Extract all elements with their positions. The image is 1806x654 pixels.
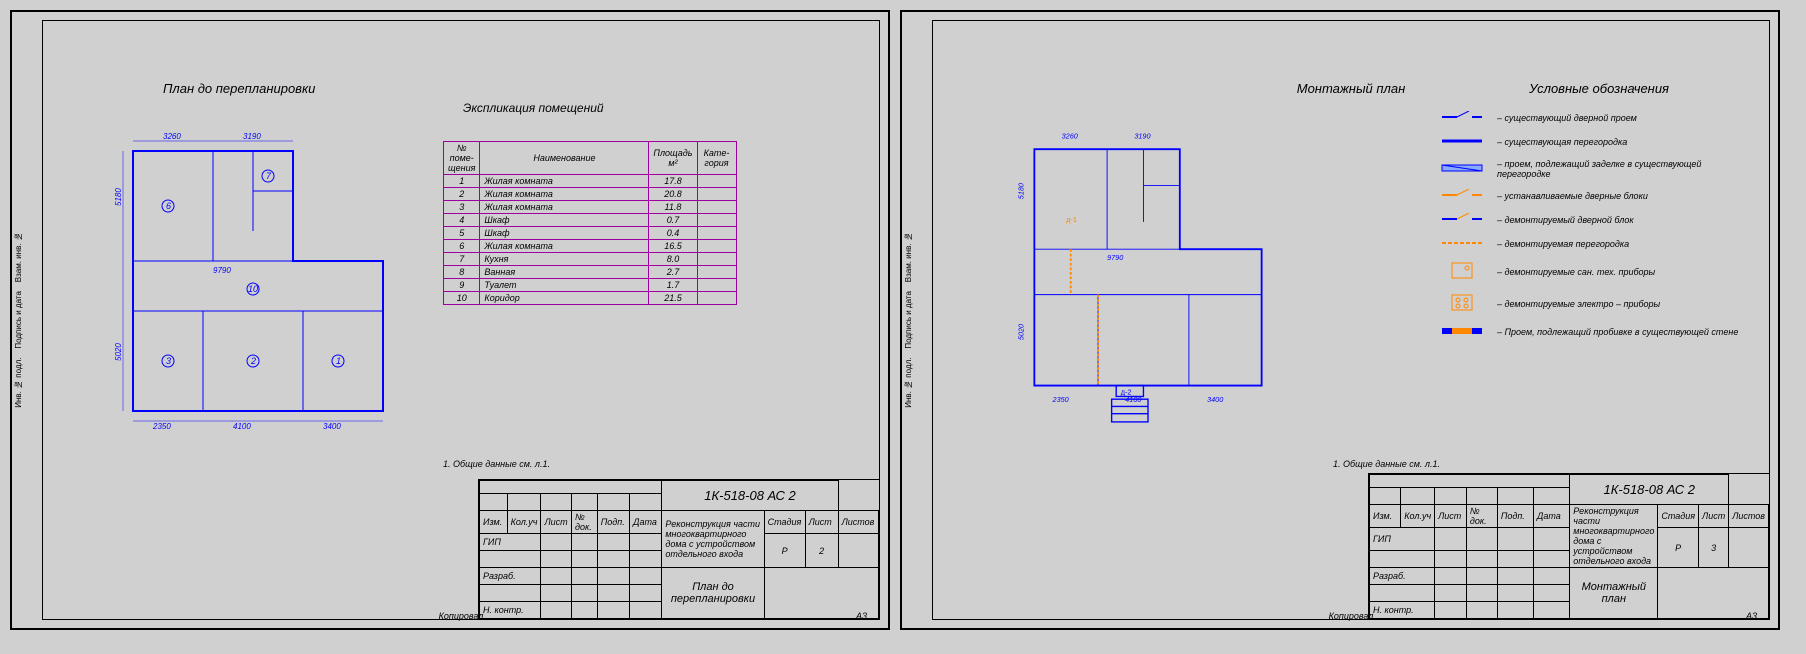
legend-item: – демонтируемая перегородка bbox=[1434, 237, 1744, 251]
side-labels: Инв. № подл. Подпись и дата Взам. инв. № bbox=[14, 232, 23, 408]
table-row: 8Ванная2.7 bbox=[444, 266, 737, 279]
footer: Копировал bbox=[1329, 611, 1374, 621]
table-row: 9Туалет1.7 bbox=[444, 279, 737, 292]
note: 1. Общие данные см. л.1. bbox=[443, 459, 550, 469]
svg-text:2: 2 bbox=[250, 356, 256, 366]
legend-item: – проем, подлежащий заделке в существующ… bbox=[1434, 159, 1744, 179]
svg-text:д-1: д-1 bbox=[1066, 215, 1077, 224]
svg-text:5020: 5020 bbox=[1016, 324, 1025, 340]
table-row: 1Жилая комната17.8 bbox=[444, 175, 737, 188]
svg-text:6: 6 bbox=[166, 201, 171, 211]
legend-item: – демонтируемые электро – приборы bbox=[1434, 293, 1744, 315]
svg-text:5020: 5020 bbox=[114, 343, 123, 361]
legend-symbol-icon bbox=[1434, 237, 1489, 251]
note: 1. Общие данные см. л.1. bbox=[1333, 459, 1440, 469]
table-row: 6Жилая комната16.5 bbox=[444, 240, 737, 253]
plan-title: План до перепланировки bbox=[163, 81, 315, 96]
svg-text:3190: 3190 bbox=[243, 132, 261, 141]
floor-plan-before: 3260 3190 5180 9790 5020 2350 4100 3400 … bbox=[113, 131, 403, 431]
format: А3 bbox=[856, 611, 867, 621]
table-row: 2Жилая комната20.8 bbox=[444, 188, 737, 201]
legend-symbol-icon bbox=[1434, 213, 1489, 227]
svg-text:3400: 3400 bbox=[1207, 395, 1223, 404]
sheet-2: Инв. № подл. Подпись и дата Взам. инв. №… bbox=[900, 10, 1780, 630]
svg-text:д-2: д-2 bbox=[1121, 388, 1132, 397]
drawing-frame: План до перепланировки Экспликация помещ… bbox=[42, 20, 880, 620]
legend-symbol-icon bbox=[1434, 111, 1489, 125]
svg-text:9790: 9790 bbox=[213, 266, 231, 275]
svg-text:7: 7 bbox=[266, 171, 272, 181]
title-block-1: 1К-518-08 АС 2 Изм.Кол.учЛист№ док.Подп.… bbox=[478, 479, 879, 619]
title-block-2: 1К-518-08 АС 2 Изм.Кол.учЛист№ док.Подп.… bbox=[1368, 473, 1769, 619]
svg-text:2350: 2350 bbox=[1052, 395, 1069, 404]
svg-text:5180: 5180 bbox=[1016, 183, 1025, 199]
legend-item: – демонтируемый дверной блок bbox=[1434, 213, 1744, 227]
svg-text:3190: 3190 bbox=[1134, 131, 1150, 140]
svg-text:9790: 9790 bbox=[1107, 253, 1123, 262]
legend-symbol-icon bbox=[1434, 162, 1489, 176]
svg-text:2350: 2350 bbox=[152, 422, 171, 431]
svg-text:3260: 3260 bbox=[1062, 131, 1078, 140]
side-labels: Инв. № подл. Подпись и дата Взам. инв. № bbox=[904, 232, 913, 408]
svg-text:3260: 3260 bbox=[163, 132, 181, 141]
legend-title: Условные обозначения bbox=[1529, 81, 1669, 96]
svg-text:1: 1 bbox=[336, 356, 341, 366]
legend-item: – демонтируемые сан. тех. приборы bbox=[1434, 261, 1744, 283]
format: А3 bbox=[1746, 611, 1757, 621]
svg-text:3400: 3400 bbox=[323, 422, 341, 431]
svg-text:10: 10 bbox=[248, 284, 258, 294]
legend: – существующий дверной проем – существующ… bbox=[1434, 111, 1744, 349]
legend-item: – существующая перегородка bbox=[1434, 135, 1744, 149]
legend-item: – существующий дверной проем bbox=[1434, 111, 1744, 125]
legend-item: – устанавливаемые дверные блоки bbox=[1434, 189, 1744, 203]
explication-title: Экспликация помещений bbox=[463, 101, 604, 115]
table-row: 10Коридор21.5 bbox=[444, 292, 737, 305]
legend-symbol-icon bbox=[1434, 261, 1489, 283]
svg-text:5180: 5180 bbox=[114, 188, 123, 206]
svg-text:4100: 4100 bbox=[233, 422, 251, 431]
legend-symbol-icon bbox=[1434, 189, 1489, 203]
floor-plan-assembly: 3260 3190 5180 9790 5020 2350 4100 3400 … bbox=[1003, 131, 1293, 431]
table-row: 3Жилая комната11.8 bbox=[444, 201, 737, 214]
plan-title: Монтажный план bbox=[1297, 81, 1406, 96]
explication-table: № поме-щения Наименование Площадь м² Кат… bbox=[443, 141, 737, 305]
legend-item: – Проем, подлежащий пробивке в существую… bbox=[1434, 325, 1744, 339]
svg-text:3: 3 bbox=[166, 356, 171, 366]
drawing-frame: Монтажный план Условные обозначения bbox=[932, 20, 1770, 620]
sheet-1: Инв. № подл. Подпись и дата Взам. инв. №… bbox=[10, 10, 890, 630]
table-row: 7Кухня8.0 bbox=[444, 253, 737, 266]
legend-symbol-icon bbox=[1434, 293, 1489, 315]
legend-symbol-icon bbox=[1434, 135, 1489, 149]
legend-symbol-icon bbox=[1434, 325, 1489, 339]
table-row: 5Шкаф0.4 bbox=[444, 227, 737, 240]
footer: Копировал bbox=[439, 611, 484, 621]
table-row: 4Шкаф0.7 bbox=[444, 214, 737, 227]
